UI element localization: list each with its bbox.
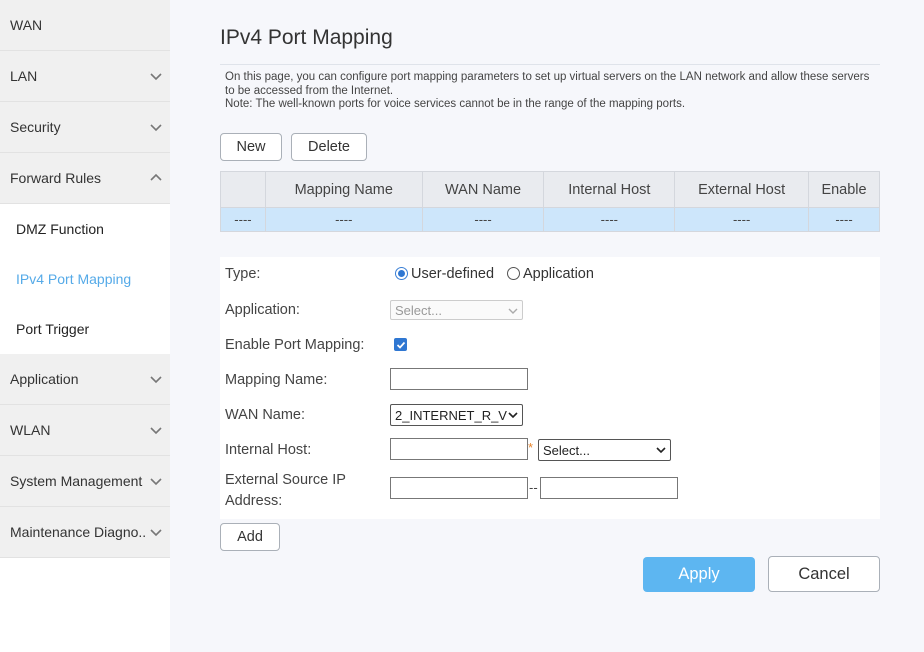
- nav-application-label: Application: [10, 371, 79, 387]
- checkmark-icon: [396, 341, 405, 349]
- chevron-down-icon: [508, 412, 518, 419]
- nav-lan[interactable]: LAN: [0, 51, 170, 102]
- nav-forward-rules-label: Forward Rules: [10, 170, 102, 186]
- table-cell: ----: [543, 207, 676, 232]
- nav-forward-rules[interactable]: Forward Rules: [0, 153, 170, 204]
- range-separator: --: [529, 480, 538, 495]
- external-source-ip-label-line1: External Source IP: [225, 472, 346, 488]
- internal-host-select[interactable]: Select...: [538, 439, 671, 461]
- nav-maintenance-label: Maintenance Diagno..: [10, 524, 147, 540]
- nav-system-management-label: System Management: [10, 473, 143, 489]
- subnav-ipv4-label: IPv4 Port Mapping: [16, 271, 132, 287]
- enable-port-mapping-label: Enable Port Mapping:: [225, 337, 365, 353]
- nav-wlan-label: WLAN: [10, 422, 51, 438]
- nav-security-label: Security: [10, 119, 61, 135]
- external-ip-start-input[interactable]: [390, 477, 528, 499]
- type-user-defined-label[interactable]: User-defined: [411, 266, 494, 282]
- table-header-internal-host: Internal Host: [543, 171, 676, 208]
- nav-system-management[interactable]: System Management: [0, 456, 170, 507]
- external-source-ip-label-line2: Address:: [225, 493, 283, 509]
- subnav-port-trigger-label: Port Trigger: [16, 321, 90, 337]
- mapping-name-input[interactable]: [390, 368, 528, 390]
- table-row[interactable]: ---- ---- ---- ---- ---- ----: [220, 207, 880, 232]
- external-ip-end-input[interactable]: [540, 477, 678, 499]
- new-button[interactable]: New: [220, 133, 282, 161]
- title-divider: [220, 64, 880, 65]
- subnav-dmz-label: DMZ Function: [16, 221, 104, 237]
- application-select-value: Select...: [395, 302, 442, 318]
- mapping-name-label: Mapping Name:: [225, 372, 328, 388]
- chevron-down-icon: [150, 73, 162, 81]
- chevron-down-icon: [150, 124, 162, 132]
- internal-host-select-value: Select...: [543, 442, 590, 458]
- nav-application[interactable]: Application: [0, 354, 170, 405]
- wan-name-label: WAN Name:: [225, 407, 306, 423]
- nav-wan[interactable]: WAN: [0, 0, 170, 51]
- page-description: On this page, you can configure port map…: [225, 71, 875, 112]
- port-mapping-table: Mapping Name WAN Name Internal Host Exte…: [220, 171, 880, 232]
- nav-wan-label: WAN: [10, 17, 43, 33]
- chevron-down-icon: [150, 529, 162, 537]
- chevron-down-icon: [150, 427, 162, 435]
- subnav-port-trigger[interactable]: Port Trigger: [0, 304, 170, 354]
- nav-wlan[interactable]: WLAN: [0, 405, 170, 456]
- chevron-down-icon: [508, 308, 518, 314]
- internal-host-label: Internal Host:: [225, 442, 312, 458]
- table-header-row: Mapping Name WAN Name Internal Host Exte…: [220, 171, 880, 208]
- sidebar: WAN LAN Security Forward Rules DMZ Funct…: [0, 0, 170, 652]
- application-label: Application:: [225, 302, 300, 318]
- table-cell: ----: [421, 207, 545, 232]
- subnav-dmz-function[interactable]: DMZ Function: [0, 204, 170, 254]
- type-application-radio[interactable]: [507, 267, 520, 280]
- external-source-ip-label: External Source IP Address:: [225, 470, 346, 512]
- application-select: Select...: [390, 300, 523, 320]
- chevron-up-icon: [150, 173, 162, 181]
- table-header-enable: Enable: [808, 171, 880, 208]
- port-mapping-form: Type: User-defined Application Applicati…: [220, 257, 880, 519]
- nav-maintenance-diagnosis[interactable]: Maintenance Diagno..: [0, 507, 170, 558]
- enable-port-mapping-checkbox[interactable]: [394, 338, 407, 351]
- delete-button[interactable]: Delete: [291, 133, 367, 161]
- subnav-ipv4-port-mapping[interactable]: IPv4 Port Mapping: [0, 254, 170, 304]
- table-header-wan-name: WAN Name: [421, 171, 545, 208]
- apply-button[interactable]: Apply: [643, 557, 755, 592]
- required-mark: *: [528, 440, 534, 455]
- type-user-defined-radio[interactable]: [395, 267, 408, 280]
- internal-host-input[interactable]: [390, 438, 528, 460]
- main-content: IPv4 Port Mapping On this page, you can …: [170, 0, 924, 652]
- wan-name-select[interactable]: 2_INTERNET_R_V: [390, 404, 523, 426]
- table-header-select: [220, 171, 266, 208]
- nav-security[interactable]: Security: [0, 102, 170, 153]
- cancel-button[interactable]: Cancel: [768, 556, 880, 592]
- wan-name-select-value: 2_INTERNET_R_V: [395, 407, 507, 423]
- table-cell: ----: [264, 207, 423, 232]
- table-cell: ----: [808, 207, 880, 232]
- description-text: On this page, you can configure port map…: [225, 71, 870, 97]
- add-button[interactable]: Add: [220, 523, 280, 551]
- chevron-down-icon: [656, 447, 666, 454]
- table-cell: ----: [220, 207, 266, 232]
- chevron-down-icon: [150, 478, 162, 486]
- table-cell: ----: [674, 207, 810, 232]
- nav-lan-label: LAN: [10, 68, 38, 84]
- type-label: Type:: [225, 266, 261, 282]
- page-title: IPv4 Port Mapping: [220, 26, 393, 49]
- type-application-label[interactable]: Application: [523, 266, 594, 282]
- table-header-external-host: External Host: [674, 171, 810, 208]
- chevron-down-icon: [150, 376, 162, 384]
- description-note: Note: The well-known ports for voice ser…: [225, 98, 686, 110]
- table-header-mapping-name: Mapping Name: [264, 171, 423, 208]
